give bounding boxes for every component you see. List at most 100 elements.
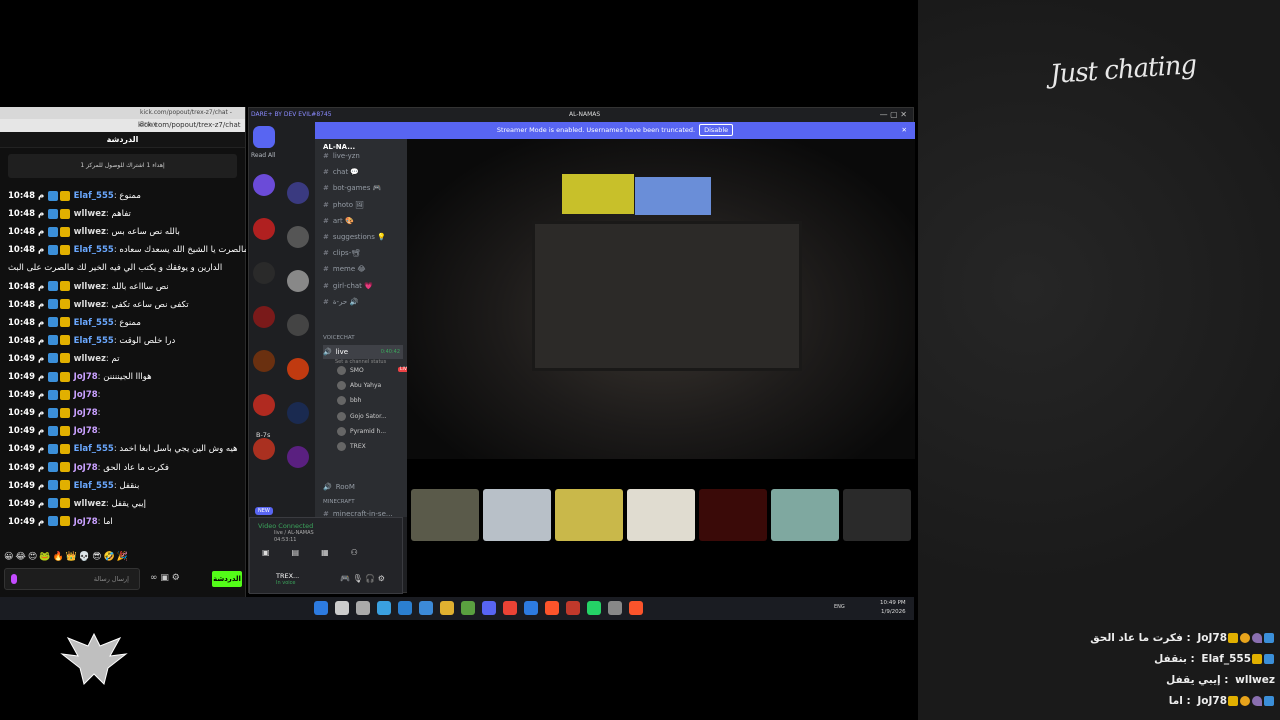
chat-message[interactable]: 10:48 م wllwez: تكفى نص ساعه تكفى <box>0 296 246 314</box>
chat-message[interactable]: 10:49 م Elaf_555: هيه وش الين يجي باسل ا… <box>0 440 246 458</box>
server-icon[interactable] <box>253 350 275 372</box>
server-icon[interactable] <box>253 218 275 240</box>
participant-tile[interactable] <box>483 489 551 541</box>
chat-message[interactable]: 10:49 م JoJ78: هوااا الجيننننن <box>0 368 246 386</box>
taskbar-app-icon[interactable] <box>356 601 370 615</box>
chat-username[interactable]: Elaf_555 <box>74 336 114 346</box>
chat-message[interactable]: 10:48 م Elaf_555: بالتوفيق مالصرت يا الش… <box>0 241 246 259</box>
text-channel[interactable]: # live-yzn <box>323 149 360 163</box>
text-channel[interactable]: # meme 😂 <box>323 262 366 276</box>
chat-message[interactable]: الدارين و يوفقك و يكتب الي فيه الخير لك … <box>0 259 246 277</box>
current-user-name[interactable]: TREX... <box>276 572 299 580</box>
stream-stage[interactable] <box>407 139 915 594</box>
emote-bar[interactable]: 😀😂😍🐸🔥👑💀😎🤣🎉 <box>4 552 244 566</box>
voice-user[interactable]: Gojo Sator... <box>337 411 387 423</box>
mic-headset-settings-icons[interactable]: 🎮 🎙 🎧 ⚙ <box>340 574 385 583</box>
voice-category[interactable]: VOICECHAT <box>323 335 355 341</box>
chat-tools-icons[interactable]: ∞ ▣ ⚙ <box>150 573 180 583</box>
text-channel[interactable]: # حر-ة 🔊 <box>323 295 358 309</box>
taskbar-app-icon[interactable] <box>440 601 454 615</box>
taskbar-app-icon[interactable] <box>419 601 433 615</box>
voice-user[interactable]: TREX <box>337 441 366 453</box>
chat-username[interactable]: wllwez <box>74 209 106 219</box>
text-channel[interactable]: # chat 💬 <box>323 165 359 179</box>
server-icon[interactable] <box>253 262 275 284</box>
participant-tile[interactable] <box>555 489 623 541</box>
language-indicator[interactable]: ENG <box>834 604 845 610</box>
text-channel[interactable]: # clips-📽 <box>323 246 360 260</box>
chat-username[interactable]: Elaf_555 <box>74 444 114 454</box>
chat-username[interactable]: JoJ78 <box>74 408 98 418</box>
text-channel[interactable]: # art 🎨 <box>323 214 354 228</box>
taskbar-app-icon[interactable] <box>503 601 517 615</box>
server-icon[interactable] <box>287 226 309 248</box>
server-icon[interactable] <box>287 270 309 292</box>
chat-message[interactable]: 10:48 م wllwez: تفاهم <box>0 205 246 223</box>
taskbar-app-icon[interactable] <box>608 601 622 615</box>
chat-username[interactable]: wllwez <box>74 499 106 509</box>
taskbar-app-icon[interactable] <box>545 601 559 615</box>
chat-message[interactable]: 10:49 م wllwez: إيبي يقفل <box>0 495 246 513</box>
chat-message[interactable]: 10:48 م Elaf_555: درا خلص الوقت <box>0 332 246 350</box>
voice-user[interactable]: Abu Yahya <box>337 380 381 392</box>
close-icon[interactable]: ✕ <box>902 122 907 139</box>
chat-message[interactable]: 10:48 م wllwez: بالله نص ساعه بس <box>0 223 246 241</box>
taskbar-app-icon[interactable] <box>377 601 391 615</box>
taskbar-app-icon[interactable] <box>461 601 475 615</box>
server-icon[interactable] <box>253 394 275 416</box>
participant-tile[interactable] <box>699 489 767 541</box>
chat-message[interactable]: 10:48 م wllwez: نص ساااعه بالله <box>0 278 246 296</box>
chat-input[interactable]: إرسال رسالة <box>4 568 140 590</box>
screen-share-video[interactable] <box>407 139 915 459</box>
voice-channel-live[interactable]: 🔊 live 0:40:42 <box>323 345 403 359</box>
taskbar-app-icon[interactable] <box>335 601 349 615</box>
video-connected-label[interactable]: Video Connected <box>258 522 313 530</box>
participant-tile[interactable] <box>627 489 695 541</box>
window-controls[interactable]: — ▢ ✕ <box>880 108 907 122</box>
chat-message[interactable]: 10:49 م JoJ78: <box>0 404 246 422</box>
taskbar-app-icon[interactable] <box>629 601 643 615</box>
taskbar-app-icon[interactable] <box>587 601 601 615</box>
taskbar-app-icon[interactable] <box>482 601 496 615</box>
voice-user[interactable]: SMO <box>337 365 364 377</box>
vc-action-icons[interactable]: ▣▤▦⚇ <box>262 548 380 557</box>
text-channel[interactable]: # bot-games 🎮 <box>323 181 381 195</box>
participant-tile[interactable] <box>843 489 911 541</box>
chat-message[interactable]: 10:49 م JoJ78: اما <box>0 513 246 531</box>
server-icon[interactable] <box>287 446 309 468</box>
microphone-icon[interactable] <box>11 574 17 584</box>
server-icon[interactable] <box>287 402 309 424</box>
text-channel[interactable]: # girl-chat 💗 <box>323 279 373 293</box>
server-icon[interactable] <box>287 314 309 336</box>
chat-message[interactable]: 10:49 م JoJ78: <box>0 422 246 440</box>
system-clock[interactable]: 10:49 PM 1/9/2026 <box>880 599 906 617</box>
taskbar-app-icon[interactable] <box>566 601 580 615</box>
server-icon[interactable] <box>253 174 275 196</box>
read-all-button[interactable]: Read All <box>251 152 275 159</box>
chat-username[interactable]: JoJ78 <box>74 390 98 400</box>
chat-username[interactable]: wllwez <box>74 300 106 310</box>
chat-send-button[interactable]: الدردشة <box>212 571 242 587</box>
address-bar[interactable]: kick.com/popout/trex-z7/chat <box>0 119 245 132</box>
taskbar-app-icon[interactable] <box>398 601 412 615</box>
voice-user[interactable]: Pyramid h... <box>337 426 386 438</box>
server-icon[interactable] <box>253 306 275 328</box>
chat-message[interactable]: 10:49 م JoJ78: <box>0 386 246 404</box>
chat-message[interactable]: 10:49 م JoJ78: فكرت ما عاد الحق <box>0 459 246 477</box>
chat-username[interactable]: Elaf_555 <box>74 191 114 201</box>
chat-username[interactable]: wllwez <box>74 354 106 364</box>
chat-username[interactable]: Elaf_555 <box>74 245 114 255</box>
chat-message[interactable]: 10:49 م wllwez: تم <box>0 350 246 368</box>
chat-username[interactable]: wllwez <box>74 282 106 292</box>
disable-button[interactable]: Disable <box>699 124 734 136</box>
chat-username[interactable]: JoJ78 <box>74 372 98 382</box>
text-channel[interactable]: # suggestions 💡 <box>323 230 386 244</box>
room-channel[interactable]: 🔊 RooM <box>323 480 355 494</box>
chat-username[interactable]: JoJ78 <box>74 426 98 436</box>
participant-tile[interactable] <box>411 489 479 541</box>
chat-message[interactable]: 10:48 م Elaf_555: ممنوع <box>0 314 246 332</box>
server-icon[interactable] <box>287 358 309 380</box>
discord-home-icon[interactable] <box>253 126 275 148</box>
gift-sub-banner[interactable]: إهداء 1 اشتراك للوصول للمركز 1 <box>8 154 237 178</box>
chat-username[interactable]: Elaf_555 <box>74 318 114 328</box>
